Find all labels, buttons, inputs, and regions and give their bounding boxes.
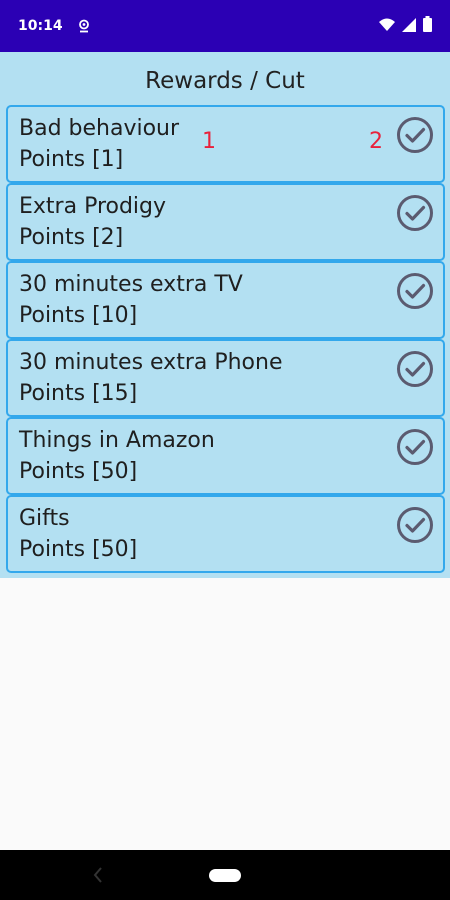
navigation-bar — [0, 850, 450, 900]
reward-title: Things in Amazon — [19, 428, 215, 453]
rewards-list: Bad behaviour Points [1] 1 2 Extra Prodi… — [6, 105, 445, 573]
annotation-marker-2: 2 — [369, 129, 383, 154]
status-time: 10:14 — [18, 18, 63, 34]
reward-title: 30 minutes extra Phone — [19, 350, 283, 375]
location-icon — [77, 19, 91, 33]
reward-card[interactable]: 30 minutes extra Phone Points [15] — [6, 339, 445, 417]
reward-card[interactable]: Gifts Points [50] — [6, 495, 445, 573]
status-bar: 10:14 — [0, 0, 450, 52]
page-title: Rewards / Cut — [145, 68, 305, 94]
check-circle-icon[interactable] — [395, 349, 435, 389]
signal-icon — [402, 17, 416, 36]
rewards-screen: Rewards / Cut Bad behaviour Points [1] 1… — [0, 52, 450, 578]
reward-points: Points [15] — [19, 381, 138, 406]
reward-card[interactable]: Things in Amazon Points [50] — [6, 417, 445, 495]
reward-card[interactable]: 30 minutes extra TV Points [10] — [6, 261, 445, 339]
reward-points: Points [1] — [19, 147, 124, 172]
back-icon[interactable] — [90, 864, 106, 886]
reward-points: Points [50] — [19, 537, 138, 562]
reward-title: Gifts — [19, 506, 70, 531]
check-circle-icon[interactable] — [395, 193, 435, 233]
annotation-marker-1: 1 — [202, 129, 216, 154]
check-circle-icon[interactable] — [395, 271, 435, 311]
reward-title: 30 minutes extra TV — [19, 272, 243, 297]
reward-card[interactable]: Bad behaviour Points [1] 1 2 — [6, 105, 445, 183]
reward-points: Points [2] — [19, 225, 124, 250]
wifi-icon — [379, 17, 395, 36]
reward-points: Points [50] — [19, 459, 138, 484]
home-pill[interactable] — [209, 869, 241, 882]
reward-title: Bad behaviour — [19, 116, 180, 141]
check-circle-icon[interactable] — [395, 115, 435, 155]
battery-icon — [423, 16, 432, 36]
status-icons — [379, 16, 432, 36]
reward-points: Points [10] — [19, 303, 138, 328]
check-circle-icon[interactable] — [395, 427, 435, 467]
check-circle-icon[interactable] — [395, 505, 435, 545]
reward-card[interactable]: Extra Prodigy Points [2] — [6, 183, 445, 261]
reward-title: Extra Prodigy — [19, 194, 167, 219]
